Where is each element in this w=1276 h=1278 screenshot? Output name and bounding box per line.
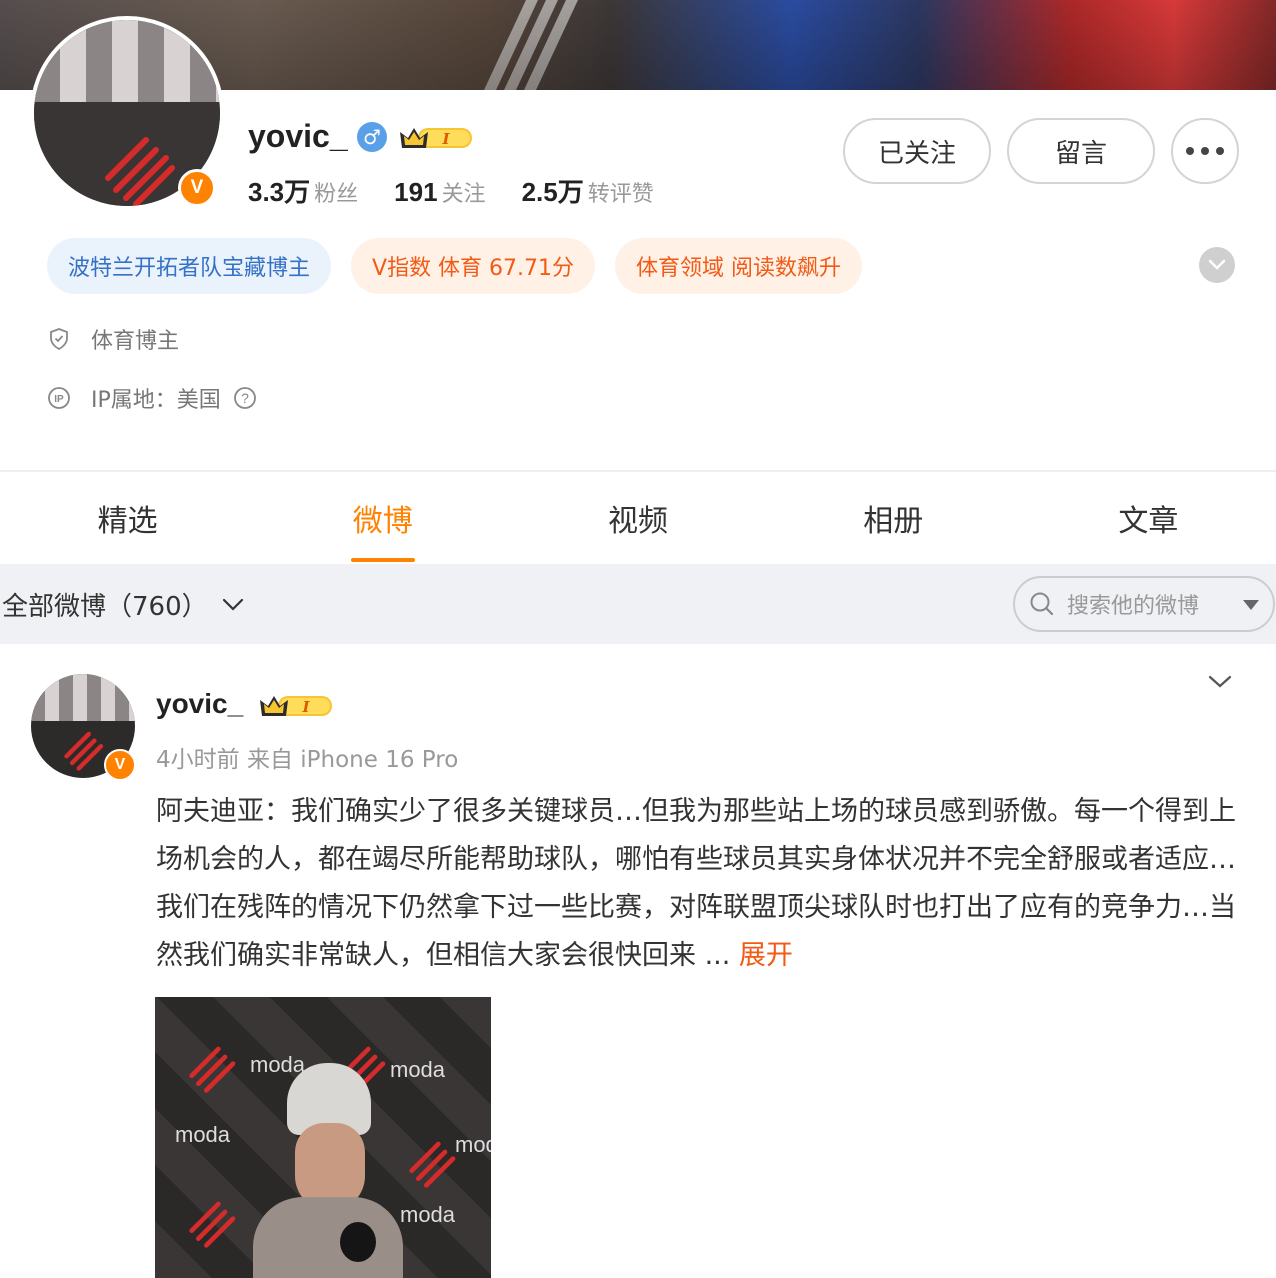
profile-tabs: 精选 微博 视频 相册 文章: [0, 472, 1276, 564]
message-button[interactable]: 留言: [1007, 118, 1155, 184]
pinwheel-logo-icon: [105, 137, 175, 206]
category-row: 体育博主: [47, 323, 179, 355]
tab-weibo[interactable]: 微博: [255, 472, 510, 564]
stat-following[interactable]: 191 关注: [394, 176, 485, 208]
post-image[interactable]: moda moda moda moda moda: [155, 997, 491, 1278]
following-button[interactable]: 已关注: [843, 118, 991, 184]
verified-badge-icon: V: [104, 749, 136, 781]
wall-brand-text: moda: [175, 1122, 231, 1147]
post-text: 阿夫迪亚：我们确实少了很多关键球员…但我为那些站上场的球员感到骄傲。每一个得到上…: [156, 796, 1236, 971]
wall-brand-text: moda: [455, 1132, 491, 1157]
question-circle-icon[interactable]: ?: [233, 386, 257, 410]
level-badge-text: I: [301, 698, 310, 716]
wall-brand-text: moda: [390, 1057, 446, 1082]
post-meta: 4小时前 来自 iPhone 16 Pro: [156, 747, 459, 773]
all-posts-label: 全部微博（760）: [2, 592, 208, 622]
avatar-wall: [31, 674, 135, 721]
search-placeholder: 搜索他的微博: [1067, 594, 1200, 619]
member-crown-badge-icon[interactable]: I: [258, 692, 334, 720]
post-author-name[interactable]: yovic_: [156, 688, 243, 720]
post-options-chevron-icon[interactable]: [1208, 674, 1232, 690]
profile-stats: 3.3万 粉丝 191 关注 2.5万 转评赞: [248, 172, 654, 209]
profile-name: yovic_: [248, 118, 348, 154]
tab-articles[interactable]: 文章: [1021, 472, 1276, 564]
pinwheel-logo-icon: [189, 1046, 236, 1093]
pinwheel-logo-icon: [189, 1201, 236, 1248]
search-posts-input[interactable]: 搜索他的微博: [1013, 576, 1275, 632]
member-crown-badge-icon[interactable]: I: [398, 124, 474, 152]
verified-letter: V: [190, 177, 204, 198]
category-text: 体育博主: [91, 329, 180, 354]
all-posts-dropdown[interactable]: 全部微博（760）: [2, 586, 244, 623]
stat-following-label: 关注: [441, 182, 486, 207]
stat-fans[interactable]: 3.3万 粉丝: [248, 172, 358, 209]
person-shirt: [253, 1197, 403, 1278]
stat-interactions-label: 转评赞: [587, 182, 654, 207]
microphone-icon: [340, 1222, 376, 1262]
expand-post-link[interactable]: 展开: [739, 940, 793, 971]
tag-reading-rise[interactable]: 体育领域 阅读数飙升: [615, 238, 863, 294]
chevron-down-icon: [222, 598, 243, 611]
wall-brand-text: moda: [400, 1202, 456, 1227]
stat-interactions[interactable]: 2.5万 转评赞: [522, 172, 654, 209]
stat-following-value: 191: [394, 177, 438, 207]
more-button[interactable]: [1171, 118, 1239, 184]
tag-team-blogger[interactable]: 波特兰开拓者队宝藏博主: [47, 238, 332, 294]
svg-text:IP: IP: [54, 394, 64, 405]
profile-tags: 波特兰开拓者队宝藏博主 V指数 体育 67.71分 体育领域 阅读数飙升: [47, 238, 863, 294]
wall-brand-text: moda: [250, 1052, 306, 1077]
stat-fans-label: 粉丝: [314, 182, 359, 207]
expand-tags-button[interactable]: [1199, 247, 1235, 283]
verified-letter: V: [114, 756, 126, 773]
tab-videos[interactable]: 视频: [510, 472, 765, 564]
level-badge-text: I: [441, 130, 450, 148]
tab-featured[interactable]: 精选: [0, 472, 255, 564]
search-icon: [1030, 592, 1054, 616]
post-filter-bar: 全部微博（760） 搜索他的微博: [0, 564, 1276, 644]
verified-badge-icon: V: [178, 169, 216, 207]
post-body: 阿夫迪亚：我们确实少了很多关键球员…但我为那些站上场的球员感到骄傲。每一个得到上…: [156, 788, 1246, 980]
male-symbol-icon: ♂: [357, 122, 387, 152]
caret-down-icon[interactable]: [1243, 600, 1259, 610]
ip-row: IP IP属地：美国 ?: [47, 382, 257, 414]
stat-interactions-value: 2.5万: [521, 177, 584, 207]
tab-albums[interactable]: 相册: [766, 472, 1021, 564]
shield-icon: [50, 328, 68, 351]
tag-v-index[interactable]: V指数 体育 67.71分: [351, 238, 596, 294]
avatar-wall: [34, 20, 220, 106]
chevron-down-icon: [1208, 259, 1226, 270]
more-dots-icon: [1186, 147, 1224, 155]
stat-fans-value: 3.3万: [248, 177, 311, 207]
ip-location-text: IP属地：美国: [91, 388, 221, 413]
ip-icon: IP: [48, 387, 70, 409]
svg-text:?: ?: [241, 390, 249, 406]
